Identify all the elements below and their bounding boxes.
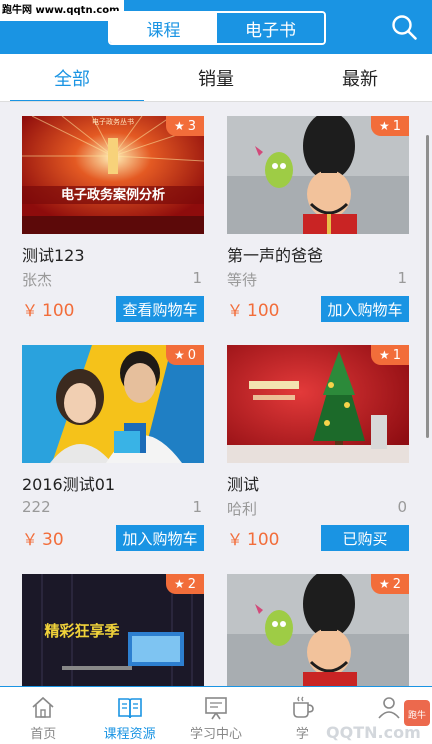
- thumb-promo-text: 精彩狂享季: [44, 622, 119, 640]
- corner-watermark-text: QQTN.com: [326, 723, 421, 742]
- course-thumbnail[interactable]: ★ 0: [22, 345, 204, 463]
- course-count: 0: [397, 498, 407, 516]
- star-icon: ★: [173, 119, 185, 133]
- purchased-button[interactable]: 已购买: [321, 525, 409, 551]
- filter-sales[interactable]: 销量: [144, 54, 288, 102]
- watermark: 跑牛网 www.qqtn.com: [0, 0, 124, 21]
- top-bar: 跑牛网 www.qqtn.com 课程 电子书: [0, 0, 432, 54]
- course-card[interactable]: ★ 2: [227, 574, 409, 686]
- filter-all[interactable]: 全部: [0, 54, 144, 102]
- course-title: 测试: [227, 475, 260, 494]
- rating-badge: ★ 3: [166, 116, 204, 136]
- course-price: ￥ 100: [22, 301, 75, 321]
- course-thumbnail[interactable]: ★ 1: [227, 345, 409, 463]
- thumb-book-title: 电子政务案例分析: [61, 187, 165, 203]
- course-title: 测试123: [22, 246, 85, 265]
- book-icon: [117, 698, 142, 719]
- course-card[interactable]: ★ 1 测试 哈利 0 ￥ 100 已购买: [227, 345, 409, 555]
- star-icon: ★: [173, 577, 185, 591]
- tab-ebooks[interactable]: 电子书: [217, 13, 324, 43]
- course-count: 1: [192, 269, 202, 287]
- course-author: 222: [22, 498, 51, 516]
- course-thumbnail[interactable]: ★ 2: [227, 574, 409, 686]
- course-thumbnail[interactable]: ★ 1: [227, 116, 409, 234]
- rating-badge: ★ 1: [371, 116, 409, 136]
- star-icon: ★: [173, 348, 185, 362]
- rating-badge: ★ 2: [371, 574, 409, 594]
- course-price: ￥ 30: [22, 530, 64, 550]
- rating-badge: ★ 0: [166, 345, 204, 365]
- course-thumbnail[interactable]: 精彩狂享季 ★ 2: [22, 574, 204, 686]
- nav-home[interactable]: 首页: [0, 687, 86, 744]
- scrollbar[interactable]: [426, 135, 429, 438]
- filter-tabs: 全部 销量 最新: [0, 54, 432, 102]
- course-card[interactable]: 精彩狂享季 ★ 2: [22, 574, 204, 686]
- star-icon: ★: [378, 577, 390, 591]
- search-icon[interactable]: [390, 13, 418, 41]
- corner-watermark: QQTN.com 跑牛: [326, 700, 430, 742]
- course-card[interactable]: ★ 1 第一声的爸爸 等待 1 ￥ 100 加入购物车: [227, 116, 409, 326]
- nav-course-resources[interactable]: 课程资源: [86, 687, 172, 744]
- filter-newest[interactable]: 最新: [288, 54, 432, 102]
- course-author: 等待: [227, 271, 258, 289]
- course-price: ￥ 100: [227, 530, 280, 550]
- rating-badge: ★ 1: [371, 345, 409, 365]
- star-icon: ★: [378, 119, 390, 133]
- course-card[interactable]: 电子政务丛书 电子政务案例分析 ★ 3 测试123 张杰 1 ￥ 100 查看购物车: [22, 116, 204, 326]
- course-thumbnail[interactable]: 电子政务丛书 电子政务案例分析 ★ 3: [22, 116, 204, 234]
- add-to-cart-button[interactable]: 加入购物车: [321, 296, 409, 322]
- view-cart-button[interactable]: 查看购物车: [116, 296, 204, 322]
- course-card[interactable]: ★ 0 2016测试01 222 1 ￥ 30 加入购物车: [22, 345, 204, 555]
- course-title: 第一声的爸爸: [227, 246, 324, 265]
- star-icon: ★: [378, 348, 390, 362]
- nav-learning-center[interactable]: 学习中心: [173, 687, 259, 744]
- tab-courses[interactable]: 课程: [110, 13, 217, 43]
- course-title: 2016测试01: [22, 475, 116, 494]
- course-count: 1: [192, 498, 202, 516]
- rating-badge: ★ 2: [166, 574, 204, 594]
- course-price: ￥ 100: [227, 301, 280, 321]
- course-count: 1: [397, 269, 407, 287]
- board-icon: [205, 697, 227, 720]
- add-to-cart-button[interactable]: 加入购物车: [116, 525, 204, 551]
- corner-badge-text: 跑牛: [408, 709, 426, 721]
- content-type-switch: 课程 电子书: [108, 11, 326, 45]
- course-grid: 电子政务丛书 电子政务案例分析 ★ 3 测试123 张杰 1 ￥ 100 查看购物车: [0, 102, 432, 686]
- course-author: 哈利: [227, 500, 258, 518]
- course-author: 张杰: [22, 271, 53, 289]
- thumb-series-text: 电子政务丛书: [92, 117, 134, 126]
- home-icon: [32, 696, 54, 718]
